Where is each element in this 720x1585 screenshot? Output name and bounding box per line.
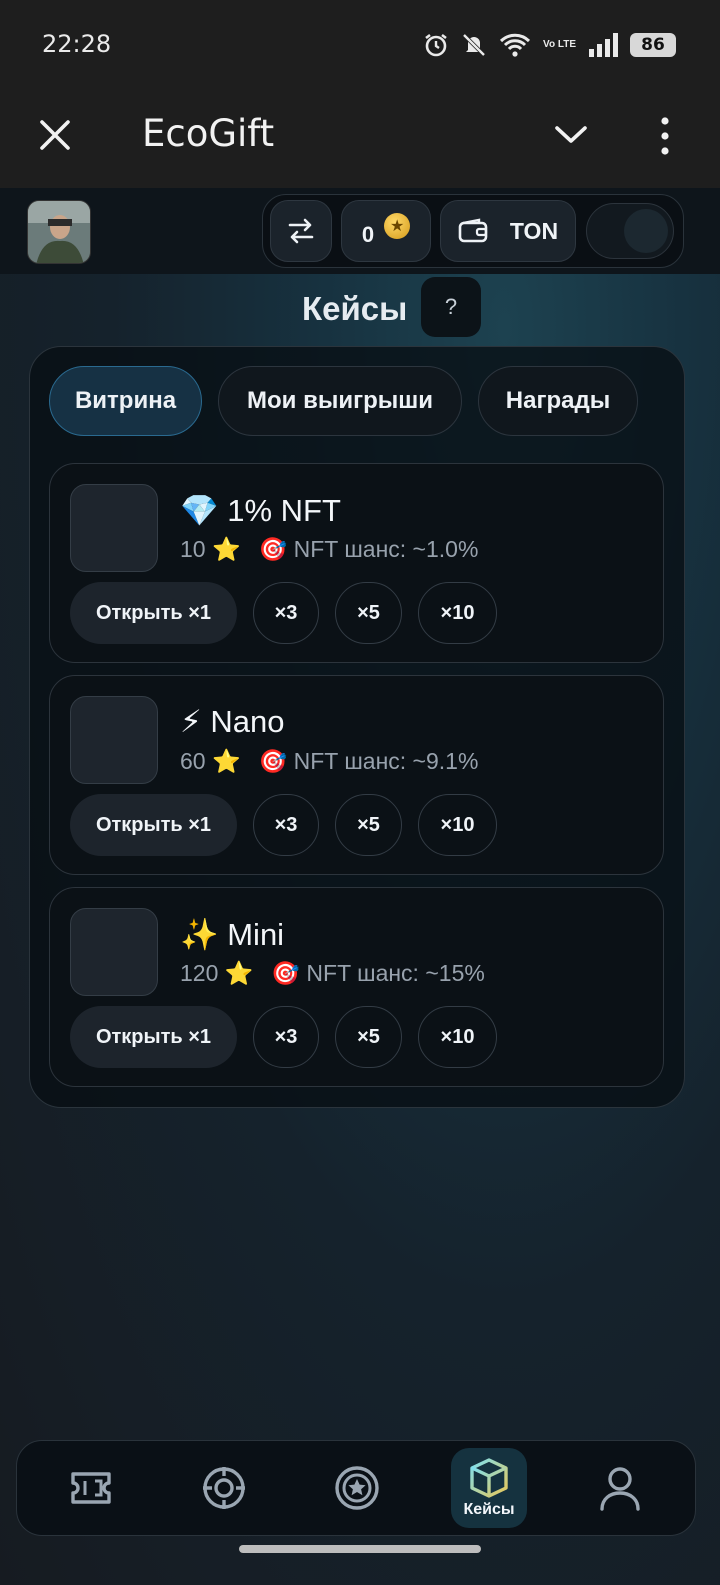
- case-title: ✨ Mini: [180, 916, 284, 953]
- open-x1-button[interactable]: Открыть ×1: [70, 1006, 237, 1068]
- more-vert-icon[interactable]: [650, 114, 680, 158]
- case-card: ⚡ Nano 60 ⭐ 🎯 NFT шанс: ~9.1% Открыть ×1 …: [49, 675, 664, 875]
- status-time: 22:28: [42, 30, 112, 58]
- nav-target[interactable]: [186, 1448, 262, 1528]
- case-emoji: ✨: [180, 917, 219, 952]
- alarm-icon: [425, 33, 447, 57]
- open-x1-button[interactable]: Открыть ×1: [70, 582, 237, 644]
- case-price: 60 ⭐: [180, 748, 241, 774]
- ton-toggle[interactable]: [586, 203, 674, 259]
- case-price: 120 ⭐: [180, 960, 254, 986]
- open-x5-button[interactable]: ×5: [335, 582, 402, 644]
- volte-icon: Vo LTE: [543, 39, 576, 50]
- case-price: 10 ⭐: [180, 536, 241, 562]
- wifi-icon: [499, 33, 531, 57]
- tab-rewards[interactable]: Награды: [478, 366, 638, 436]
- nav-tickets[interactable]: [53, 1448, 129, 1528]
- case-meta: 60 ⭐ 🎯 NFT шанс: ~9.1%: [180, 748, 478, 775]
- app-bar: EcoGift: [0, 90, 720, 188]
- balance-value: 0: [361, 222, 375, 247]
- case-chance: 🎯 NFT шанс: ~15%: [271, 960, 485, 986]
- case-thumbnail: [70, 484, 158, 572]
- toggle-knob: [624, 209, 668, 253]
- signal-icon: [589, 33, 618, 57]
- profile-icon: [600, 1467, 640, 1511]
- case-card: 💎 1% NFT 10 ⭐ 🎯 NFT шанс: ~1.0% Открыть ×…: [49, 463, 664, 663]
- nav-profile[interactable]: [582, 1448, 658, 1528]
- ticket-icon: [71, 1472, 111, 1504]
- mute-icon: [462, 33, 486, 57]
- nav-cases-label: Кейсы: [463, 1501, 515, 1518]
- case-name: 1% NFT: [227, 493, 341, 528]
- case-emoji: ⚡: [180, 704, 202, 739]
- close-icon[interactable]: [34, 114, 76, 156]
- help-button[interactable]: ?: [421, 277, 481, 337]
- nav-cases[interactable]: Кейсы: [451, 1448, 527, 1528]
- chevron-down-icon[interactable]: [552, 118, 590, 152]
- case-thumbnail: [70, 908, 158, 996]
- case-title: ⚡ Nano: [180, 704, 285, 740]
- open-x10-button[interactable]: ×10: [418, 1006, 497, 1068]
- open-x5-button[interactable]: ×5: [335, 1006, 402, 1068]
- page-title: Кейсы: [302, 290, 408, 327]
- open-x10-button[interactable]: ×10: [418, 582, 497, 644]
- open-x10-button[interactable]: ×10: [418, 794, 497, 856]
- wallet-icon: [458, 218, 488, 243]
- case-chance: 🎯 NFT шанс: ~1.0%: [258, 536, 479, 562]
- open-x1-button[interactable]: Открыть ×1: [70, 794, 237, 856]
- case-chance: 🎯 NFT шанс: ~9.1%: [258, 748, 479, 774]
- app-title: EcoGift: [142, 112, 275, 155]
- tab-showcase[interactable]: Витрина: [49, 366, 202, 436]
- case-thumbnail: [70, 696, 158, 784]
- target-icon: [203, 1467, 245, 1509]
- battery-icon: 86: [630, 33, 676, 57]
- wallet-label: TON: [509, 217, 559, 244]
- case-meta: 10 ⭐ 🎯 NFT шанс: ~1.0%: [180, 536, 478, 563]
- open-x3-button[interactable]: ×3: [253, 794, 319, 856]
- case-meta: 120 ⭐ 🎯 NFT шанс: ~15%: [180, 960, 485, 987]
- nav-stars[interactable]: [319, 1448, 395, 1528]
- swap-icon: [288, 218, 314, 244]
- star-badge-icon: [335, 1466, 379, 1510]
- tab-my-winnings[interactable]: Мои выигрыши: [218, 366, 462, 436]
- case-title: 💎 1% NFT: [180, 492, 341, 529]
- case-emoji: 💎: [180, 493, 219, 528]
- home-indicator[interactable]: [239, 1545, 481, 1553]
- status-icons: Vo LTE 86: [423, 30, 676, 60]
- case-card: ✨ Mini 120 ⭐ 🎯 NFT шанс: ~15% Открыть ×1 …: [49, 887, 664, 1087]
- avatar[interactable]: [27, 200, 91, 264]
- case-name: Mini: [227, 917, 285, 952]
- swap-button[interactable]: [270, 200, 332, 262]
- avatar-image: [28, 201, 90, 263]
- coin-icon: ★: [384, 213, 411, 239]
- balance-chip[interactable]: 0 ★: [341, 200, 431, 262]
- box-icon: [470, 1458, 508, 1498]
- open-x3-button[interactable]: ×3: [253, 1006, 319, 1068]
- open-x3-button[interactable]: ×3: [253, 582, 319, 644]
- status-bar: 22:28 Vo LTE 86: [0, 0, 720, 90]
- open-x5-button[interactable]: ×5: [335, 794, 402, 856]
- case-name: Nano: [210, 704, 285, 739]
- wallet-button[interactable]: TON: [440, 200, 576, 262]
